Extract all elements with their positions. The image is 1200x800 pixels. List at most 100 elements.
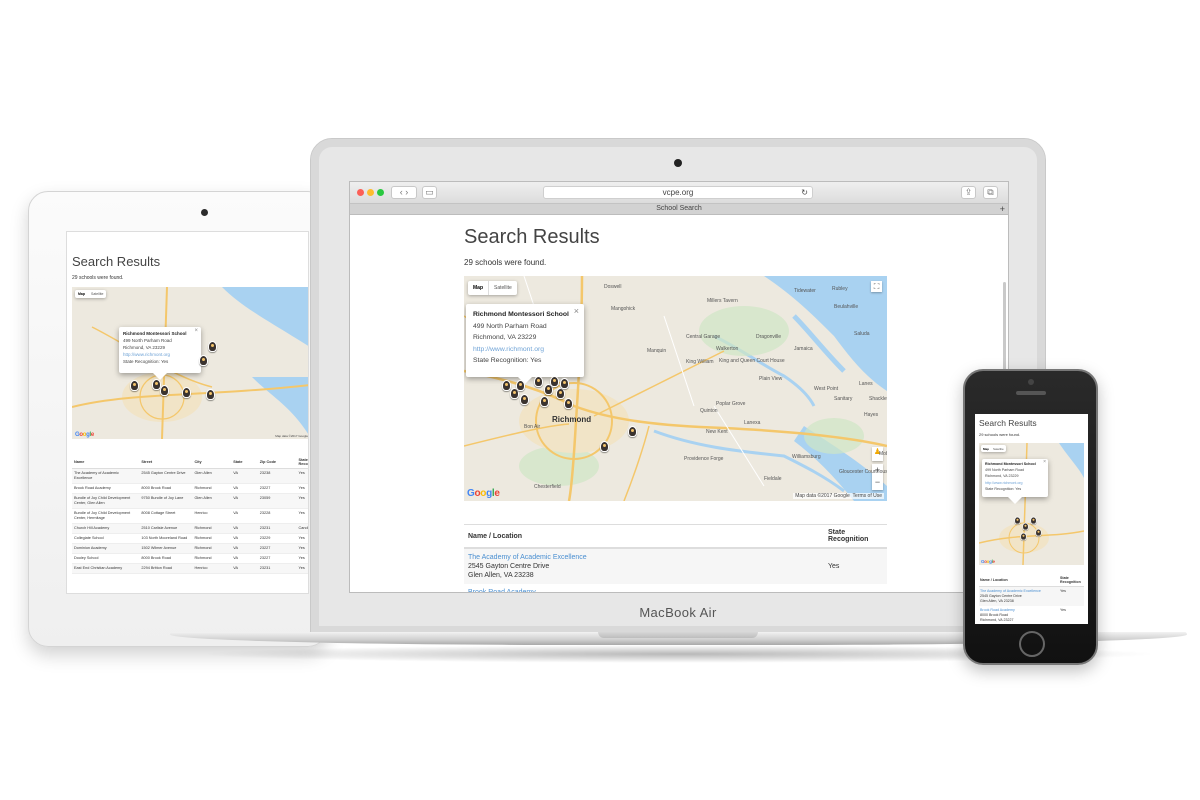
schools-map[interactable]: Map Satellite ⛶ ♟ + − Doswell Mangohick Mi… — [464, 276, 887, 501]
map-info-window: Richmond Montessori School 499 North Par… — [466, 304, 584, 384]
school-marker[interactable] — [516, 380, 525, 391]
schools-map[interactable]: Map Satellite Richmond Montessori School… — [979, 443, 1084, 565]
school-marker[interactable] — [130, 380, 139, 391]
info-website-link[interactable]: http://www.richmont.org — [473, 344, 577, 356]
col-name-location[interactable]: Name / Location — [979, 574, 1059, 587]
map-type-control[interactable]: Map Satellite — [75, 290, 107, 298]
school-street: 8000 Brook Road — [141, 556, 171, 560]
reload-icon[interactable]: ↻ — [801, 187, 808, 198]
col-city[interactable]: City — [192, 456, 232, 469]
school-marker[interactable] — [534, 376, 543, 387]
schools-table: Name / Location State Recognition The Ac… — [464, 524, 887, 592]
forward-icon[interactable]: › — [405, 187, 408, 197]
map-type-control[interactable]: Map Satellite — [468, 281, 517, 295]
school-marker[interactable] — [1014, 516, 1021, 525]
school-zip: 23229 — [259, 536, 271, 540]
map-type-satellite[interactable]: Satellite — [991, 445, 1006, 452]
fullscreen-icon[interactable]: ⛶ — [871, 281, 882, 292]
phone-home-button[interactable] — [1019, 631, 1045, 657]
map-place-label: Central Garage — [686, 334, 721, 340]
school-name-link[interactable]: Bundle of Joy Child Development Center, … — [72, 509, 139, 524]
col-zip[interactable]: Zip Code — [257, 456, 297, 469]
map-type-satellite[interactable]: Satellite — [88, 290, 106, 298]
school-recognition: Yes — [298, 511, 305, 515]
info-website-link[interactable]: http://www.richmont.org — [123, 351, 197, 358]
col-state-recognition[interactable]: State Recognition — [1059, 574, 1084, 587]
info-close-icon[interactable]: × — [574, 306, 579, 318]
school-marker[interactable] — [560, 378, 569, 389]
school-name-link[interactable]: Collegiate School — [72, 534, 139, 544]
school-name-link[interactable]: Dominion Academy — [72, 544, 139, 554]
schools-map[interactable]: Map Satellite Richmond Montessori School… — [72, 287, 308, 439]
col-street[interactable]: Street — [139, 456, 193, 469]
school-city: Henrico — [194, 511, 208, 515]
school-zip: 23059 — [259, 496, 271, 500]
sidebar-icon[interactable]: ▭ — [422, 186, 437, 199]
map-place-label: Tidewater — [794, 288, 816, 294]
col-state-recognition[interactable]: State Recognition — [824, 524, 887, 549]
school-marker[interactable] — [1022, 522, 1029, 531]
minimize-window-button[interactable] — [367, 189, 374, 196]
map-place-label: Rubley — [832, 286, 848, 292]
zoom-out-button[interactable]: − — [872, 476, 883, 488]
browser-tab[interactable]: School Search + — [350, 204, 1008, 215]
map-type-map[interactable]: Map — [468, 281, 488, 295]
school-marker[interactable] — [556, 388, 565, 399]
school-marker[interactable] — [628, 426, 637, 437]
address-bar[interactable]: vcpe.org ↻ — [543, 186, 813, 199]
school-marker[interactable] — [540, 396, 549, 407]
school-marker[interactable] — [199, 355, 208, 366]
school-name-link[interactable]: East End Christian Academy — [72, 564, 139, 574]
close-window-button[interactable] — [357, 189, 364, 196]
new-tab-button[interactable]: + — [1000, 204, 1005, 214]
table-row: Dominion Academy 1502 Wilmer Avenue Richmo… — [72, 543, 308, 554]
school-location-cell: Brook Road Academy 8000 Brook Road Richmon… — [979, 606, 1059, 624]
col-name-location[interactable]: Name / Location — [464, 524, 824, 549]
school-marker[interactable] — [550, 376, 559, 387]
col-state[interactable]: State — [231, 456, 258, 469]
school-marker[interactable] — [520, 394, 529, 405]
school-marker[interactable] — [208, 341, 217, 352]
school-name-link[interactable]: Dooley School — [72, 554, 139, 564]
tab-title: School Search — [656, 205, 702, 212]
school-state: VA — [233, 536, 239, 540]
col-recognition[interactable]: State Recogni — [296, 456, 308, 469]
map-type-map[interactable]: Map — [981, 445, 991, 452]
school-marker[interactable] — [160, 385, 169, 396]
school-name-link[interactable]: Brook Road Academy — [468, 588, 820, 592]
browser-toolbar: ‹ › ▭ vcpe.org ↻ ⇪ ⧉ — [350, 182, 1008, 204]
back-icon[interactable]: ‹ — [400, 187, 403, 197]
table-row: Bundle of Joy Child Development Center, … — [72, 493, 308, 509]
school-name-link[interactable]: The Academy of Academic Excellence — [72, 469, 139, 484]
school-marker[interactable] — [1035, 528, 1042, 537]
school-marker[interactable] — [502, 380, 511, 391]
schools-table: Name Street City State Zip Code State Re… — [72, 456, 309, 574]
terms-link[interactable]: Terms of Use — [853, 493, 882, 499]
zoom-control[interactable]: + − — [872, 464, 883, 490]
col-name[interactable]: Name — [72, 456, 140, 469]
info-close-icon[interactable]: × — [1043, 459, 1046, 465]
school-marker[interactable] — [1020, 532, 1027, 541]
info-address-line2: Richmond, VA 23229 — [473, 334, 537, 341]
map-type-map[interactable]: Map — [75, 290, 88, 298]
map-type-satellite[interactable]: Satellite — [488, 281, 517, 295]
info-close-icon[interactable]: × — [194, 328, 198, 335]
school-recognition: Candi — [298, 526, 309, 530]
map-place-label: Lanexa — [744, 420, 761, 426]
school-name-link[interactable]: Bundle of Joy Child Development Center, … — [72, 494, 139, 509]
school-marker[interactable] — [182, 387, 191, 398]
back-forward-buttons[interactable]: ‹ › — [391, 186, 417, 199]
school-name-link[interactable]: The Academy of Academic Excellence — [468, 553, 820, 562]
share-icon[interactable]: ⇪ — [961, 186, 976, 199]
map-type-control[interactable]: Map Satellite — [981, 445, 1006, 452]
school-recognition: Yes — [298, 536, 305, 540]
school-name-link[interactable]: Brook Road Academy — [72, 484, 139, 494]
table-row: The Academy of Academic Excellence 2545 G… — [72, 468, 308, 484]
school-name-link[interactable]: Church Hill Academy — [72, 524, 139, 534]
maximize-window-button[interactable] — [377, 189, 384, 196]
school-marker[interactable] — [564, 398, 573, 409]
tabs-overview-icon[interactable]: ⧉ — [983, 186, 998, 199]
school-marker[interactable] — [206, 389, 215, 400]
school-marker[interactable] — [600, 441, 609, 452]
school-marker[interactable] — [1030, 516, 1037, 525]
